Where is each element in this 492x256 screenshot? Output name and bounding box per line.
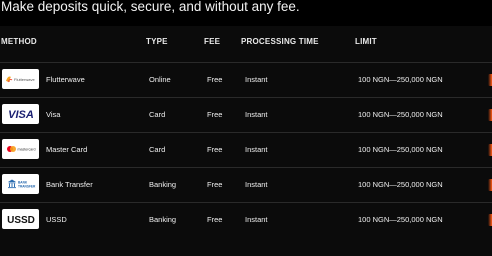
method-type: Card — [149, 145, 166, 154]
header-fee: FEE — [204, 37, 221, 46]
svg-text:VISA: VISA — [8, 109, 34, 121]
method-name: Flutterwave — [46, 75, 85, 84]
header-processing-time: PROCESSING TIME — [241, 37, 319, 46]
method-processing-time: Instant — [245, 75, 268, 84]
method-limit: 100 NGN—250,000 NGN — [358, 145, 443, 154]
method-fee: Free — [207, 145, 223, 154]
row-accent-glow — [488, 109, 492, 121]
table-row[interactable]: VISA Visa Card Free Instant 100 NGN—250,… — [0, 97, 492, 132]
method-name: USSD — [46, 215, 67, 224]
method-fee: Free — [207, 215, 223, 224]
mastercard-logo: mastercard — [2, 139, 39, 159]
method-limit: 100 NGN—250,000 NGN — [358, 110, 443, 119]
method-processing-time: Instant — [245, 145, 268, 154]
table-row[interactable]: BANK TRANSFER Bank Transfer Banking Free… — [0, 167, 492, 202]
table-row[interactable]: USSD USSD Banking Free Instant 100 NGN—2… — [0, 202, 492, 237]
table-row[interactable]: Flutterwave Flutterwave Online Free Inst… — [0, 62, 492, 97]
header-method: METHOD — [1, 37, 37, 46]
svg-text:TRANSFER: TRANSFER — [18, 185, 36, 189]
header-type: TYPE — [146, 37, 168, 46]
page-intro: Make deposits quick, secure, and without… — [1, 0, 300, 14]
method-limit: 100 NGN—250,000 NGN — [358, 75, 443, 84]
row-accent-glow — [488, 179, 492, 191]
method-name: Master Card — [46, 145, 88, 154]
method-fee: Free — [207, 110, 223, 119]
method-name: Bank Transfer — [46, 180, 93, 189]
flutterwave-logo: Flutterwave — [2, 69, 39, 89]
method-processing-time: Instant — [245, 110, 268, 119]
method-limit: 100 NGN—250,000 NGN — [358, 215, 443, 224]
row-accent-glow — [488, 214, 492, 226]
method-type: Card — [149, 110, 166, 119]
method-processing-time: Instant — [245, 215, 268, 224]
method-name: Visa — [46, 110, 61, 119]
row-accent-glow — [488, 144, 492, 156]
method-fee: Free — [207, 180, 223, 189]
method-type: Banking — [149, 215, 177, 224]
table-row[interactable]: mastercard Master Card Card Free Instant… — [0, 132, 492, 167]
method-limit: 100 NGN—250,000 NGN — [358, 180, 443, 189]
svg-text:mastercard: mastercard — [17, 148, 35, 152]
bank-transfer-logo: BANK TRANSFER — [2, 174, 39, 194]
method-type: Banking — [149, 180, 177, 189]
table-header: METHOD TYPE FEE PROCESSING TIME LIMIT — [0, 26, 492, 58]
svg-text:Flutterwave: Flutterwave — [14, 77, 35, 82]
header-limit: LIMIT — [355, 37, 377, 46]
svg-text:USSD: USSD — [7, 215, 35, 226]
method-processing-time: Instant — [245, 180, 268, 189]
method-type: Online — [149, 75, 171, 84]
method-fee: Free — [207, 75, 223, 84]
row-accent-glow — [488, 74, 492, 86]
visa-logo: VISA — [2, 104, 39, 124]
ussd-logo: USSD — [2, 209, 39, 229]
